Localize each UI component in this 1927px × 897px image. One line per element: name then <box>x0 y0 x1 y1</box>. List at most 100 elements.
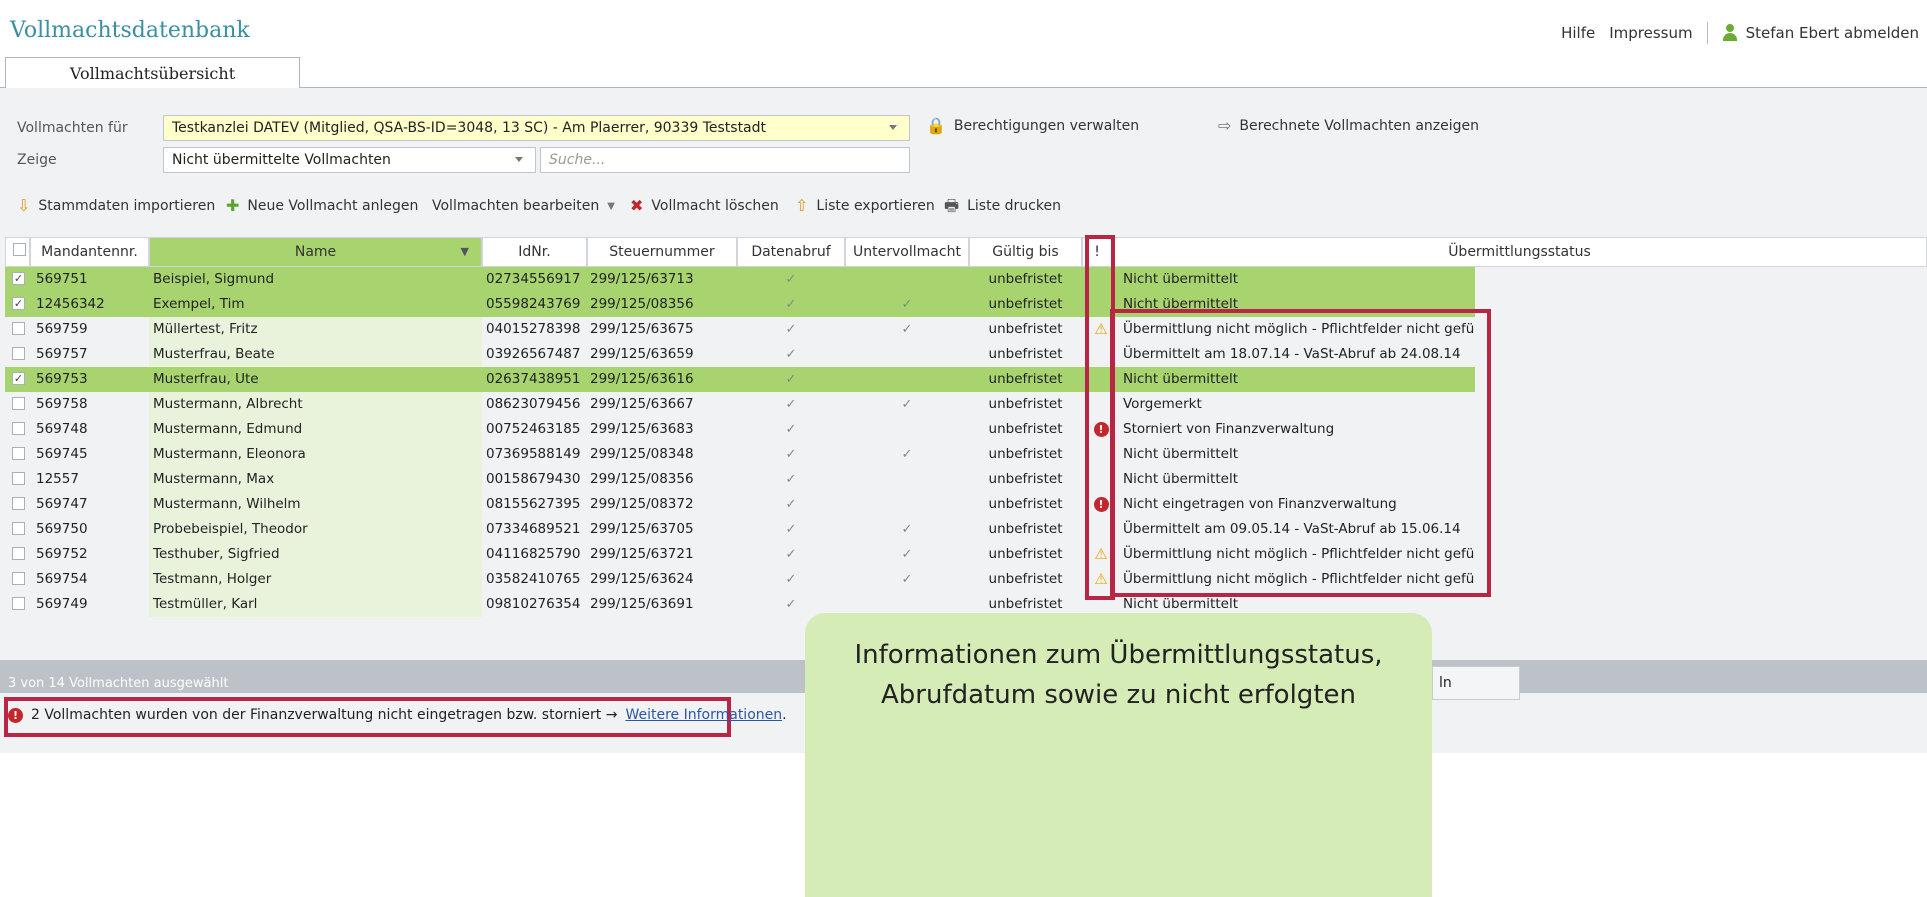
col-header-tax-number[interactable]: Steuernummer <box>587 237 737 267</box>
cell-idnr: 05598243769 <box>486 296 581 312</box>
col-header-idnr[interactable]: IdNr. <box>482 237 587 267</box>
delete-button[interactable]: ✖ Vollmacht löschen <box>630 196 779 215</box>
cell-data-retrieval: ✓ <box>785 297 797 312</box>
cell-idnr: 07369588149 <box>486 446 581 462</box>
cell-idnr: 04015278398 <box>486 321 581 337</box>
cell-valid-until: unbefristet <box>988 546 1063 562</box>
col-header-transmission-status[interactable]: Übermittlungsstatus <box>1112 237 1927 267</box>
cell-name: Musterfrau, Beate <box>149 342 482 367</box>
selection-count: 3 von 14 Vollmachten ausgewählt <box>8 676 229 691</box>
row-checkbox[interactable]: ✓ <box>12 372 25 385</box>
show-select[interactable]: Nicht übermittelte Vollmachten <box>163 147 536 173</box>
cell-sub-authorization <box>845 267 969 292</box>
row-checkbox[interactable] <box>12 547 25 560</box>
manage-permissions-link[interactable]: 🔒 Berechtigungen verwalten <box>926 118 1139 135</box>
chevron-down-icon <box>889 125 897 130</box>
row-checkbox[interactable] <box>12 447 25 460</box>
cell-idnr: 03582410765 <box>486 571 581 587</box>
cell-idnr: 02734556917 <box>486 271 581 287</box>
row-checkbox[interactable]: ✓ <box>12 272 25 285</box>
cell-name: Mustermann, Max <box>149 467 482 492</box>
import-label: Stammdaten importieren <box>38 198 216 214</box>
more-info-link[interactable]: Weitere Informationen <box>625 707 782 723</box>
edit-menu-button[interactable]: Vollmachten bearbeiten ▼ <box>432 198 615 214</box>
imprint-link[interactable]: Impressum <box>1609 24 1692 42</box>
client-select[interactable]: Testkanzlei DATEV (Mitglied, QSA-BS-ID=3… <box>163 115 910 141</box>
logout-link[interactable]: Stefan Ebert abmelden <box>1722 24 1919 42</box>
col-header-name[interactable]: Name ▼ <box>149 237 482 267</box>
col-header-data-retrieval[interactable]: Datenabruf <box>737 237 845 267</box>
cell-data-retrieval: ✓ <box>785 572 797 587</box>
cell-client-number: 12456342 <box>36 296 105 312</box>
show-calculated-link[interactable]: ⇨ Berechnete Vollmachten anzeigen <box>1218 118 1479 135</box>
new-label: Neue Vollmacht anlegen <box>247 198 419 214</box>
col-header-sub-authorization[interactable]: Untervollmacht <box>845 237 969 267</box>
row-checkbox[interactable]: ✓ <box>12 297 25 310</box>
row-checkbox[interactable] <box>12 522 25 535</box>
cell-data-retrieval: ✓ <box>785 397 797 412</box>
sort-desc-icon: ▼ <box>460 245 469 258</box>
row-checkbox[interactable] <box>12 597 25 610</box>
cell-tax-number: 299/125/08356 <box>590 471 694 487</box>
cell-client-number: 569752 <box>36 546 88 562</box>
col-header-client-number[interactable]: Mandantennr. <box>30 237 149 267</box>
cell-valid-until: unbefristet <box>988 471 1063 487</box>
new-authorization-button[interactable]: ✚ Neue Vollmacht anlegen <box>226 198 419 215</box>
cell-transmission-status: Nicht übermittelt <box>1123 271 1238 287</box>
cell-data-retrieval: ✓ <box>785 497 797 512</box>
arrow-down-icon: ⇩ <box>17 196 31 215</box>
logout-label: Stefan Ebert abmelden <box>1745 24 1919 42</box>
cell-name: Probebeispiel, Theodor <box>149 517 482 542</box>
cell-tax-number: 299/125/63705 <box>590 521 694 537</box>
delete-x-icon: ✖ <box>630 196 644 215</box>
cell-idnr: 07334689521 <box>486 521 581 537</box>
cell-valid-until: unbefristet <box>988 571 1063 587</box>
search-placeholder: Suche... <box>549 152 606 168</box>
partial-button[interactable]: ln <box>1432 666 1520 700</box>
cell-idnr: 03926567487 <box>486 346 581 362</box>
top-links: Hilfe Impressum Stefan Ebert abmelden <box>1561 22 1919 44</box>
tab-overview[interactable]: Vollmachtsübersicht <box>5 57 300 89</box>
row-checkbox[interactable] <box>12 422 25 435</box>
row-checkbox[interactable] <box>12 497 25 510</box>
cell-valid-until: unbefristet <box>988 271 1063 287</box>
col-header-valid-until[interactable]: Gültig bis <box>969 237 1082 267</box>
print-button[interactable]: 🖶 Liste drucken <box>944 198 1061 215</box>
row-checkbox[interactable] <box>12 472 25 485</box>
cell-client-number: 569754 <box>36 571 88 587</box>
import-button[interactable]: ⇩ Stammdaten importieren <box>17 196 216 215</box>
cell-idnr: 09810276354 <box>486 596 581 612</box>
chevron-down-icon: ▼ <box>607 200 615 212</box>
cell-idnr: 00158679430 <box>486 471 581 487</box>
help-link[interactable]: Hilfe <box>1561 24 1595 42</box>
cell-name: Testmann, Holger <box>149 567 482 592</box>
cell-name: Mustermann, Albrecht <box>149 392 482 417</box>
select-all-checkbox[interactable] <box>5 237 30 267</box>
cell-client-number: 569759 <box>36 321 88 337</box>
cell-valid-until: unbefristet <box>988 371 1063 387</box>
row-checkbox[interactable] <box>12 572 25 585</box>
cell-data-retrieval: ✓ <box>785 322 797 337</box>
cell-name: Testhuber, Sigfried <box>149 542 482 567</box>
cell-sub-authorization: ✓ <box>901 572 913 587</box>
row-checkbox[interactable] <box>12 347 25 360</box>
app-title: Vollmachtsdatenbank <box>10 18 250 43</box>
cell-sub-authorization: ✓ <box>901 522 913 537</box>
cell-valid-until: unbefristet <box>988 346 1063 362</box>
cell-sub-authorization <box>845 417 969 442</box>
cell-valid-until: unbefristet <box>988 421 1063 437</box>
cell-name: Mustermann, Wilhelm <box>149 492 482 517</box>
cell-client-number: 569753 <box>36 371 88 387</box>
row-checkbox[interactable] <box>12 397 25 410</box>
notice-text: 2 Vollmachten wurden von der Finanzverwa… <box>31 707 618 723</box>
cell-name: Beispiel, Sigmund <box>153 271 275 287</box>
cell-sub-authorization: ✓ <box>901 322 913 337</box>
cell-valid-until: unbefristet <box>988 496 1063 512</box>
export-button[interactable]: ⇧ Liste exportieren <box>795 198 935 215</box>
row-checkbox[interactable] <box>12 322 25 335</box>
search-input[interactable]: Suche... <box>540 147 910 173</box>
cell-client-number: 569745 <box>36 446 88 462</box>
table-row[interactable]: ✓ 569751 Beispiel, Sigmund 02734556917 299/1… <box>5 267 1475 292</box>
cell-data-retrieval: ✓ <box>785 472 797 487</box>
checkbox[interactable] <box>13 243 26 256</box>
